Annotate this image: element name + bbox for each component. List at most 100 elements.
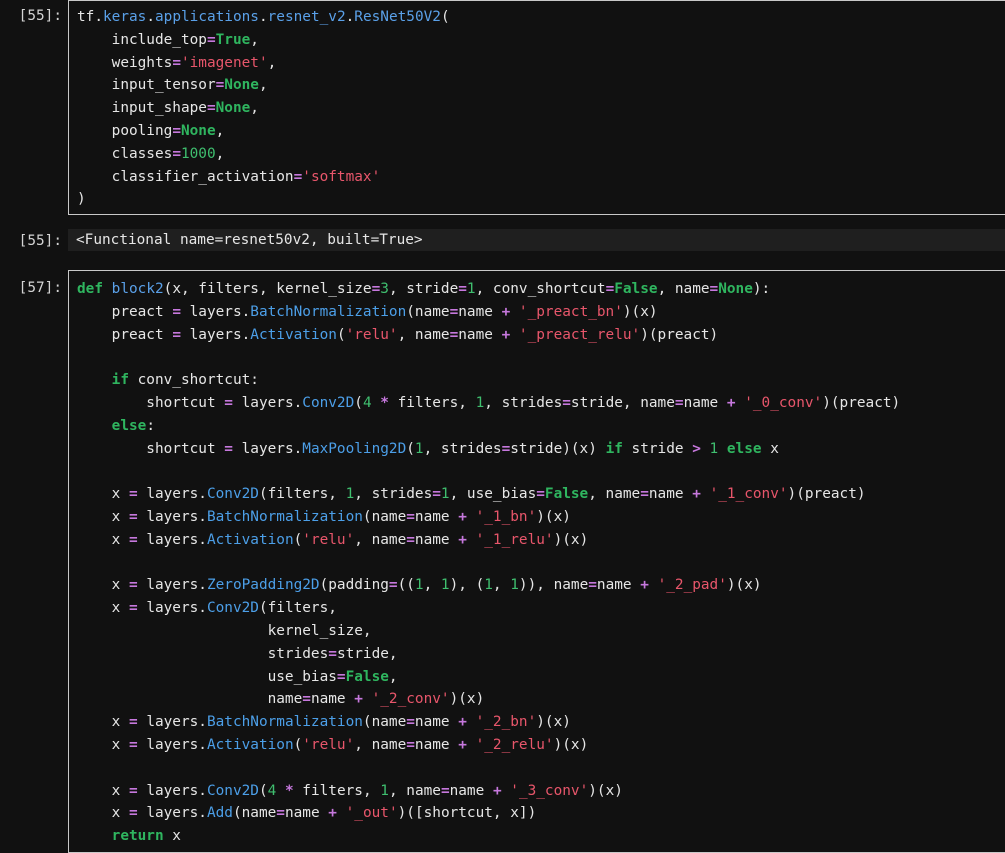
code-token: block2 [111, 281, 164, 297]
code-token: (padding [319, 577, 389, 594]
code-token: = [128, 508, 138, 525]
code-token: stride)(x) [510, 440, 606, 457]
code-token: = [224, 394, 233, 411]
code-token: , [250, 100, 259, 117]
code-token: layers. [137, 486, 207, 503]
code-token: = [172, 303, 181, 320]
code-token: layers. [137, 600, 207, 617]
code-line: include_top=True, [77, 32, 259, 48]
code-token: = [128, 714, 138, 731]
code-token: layers. [180, 326, 251, 343]
code-token: name [414, 508, 459, 525]
code-token: name [284, 805, 329, 822]
code-token: layers. [232, 394, 303, 411]
code-line: x = layers.BatchNormalization(name=name … [77, 509, 571, 525]
code-token: + [458, 508, 467, 525]
code-token: None [215, 100, 251, 117]
code-token: name [414, 736, 459, 753]
code-token: name [310, 691, 355, 708]
code-token: None [180, 122, 216, 139]
code-token: + [458, 714, 467, 731]
code-token: Add [206, 805, 233, 822]
code-line: input_shape=None, [77, 100, 259, 116]
code-token: name [449, 782, 493, 799]
code-line: else: [77, 418, 155, 434]
code-editor[interactable]: tf.keras.applications.resnet_v2.ResNet50… [68, 0, 1005, 215]
code-line: if conv_shortcut: [77, 372, 259, 388]
code-token: BatchNormalization [206, 508, 363, 525]
code-token: (name [406, 303, 450, 320]
code-token: name [683, 394, 727, 411]
code-token: filters, [293, 782, 381, 799]
code-line: shortcut = layers.Conv2D(4 * filters, 1,… [77, 395, 900, 411]
code-line: return x [77, 828, 181, 844]
code-token: = [406, 531, 415, 548]
code-token: = [215, 77, 225, 94]
input-prompt: [57]: [18, 280, 62, 296]
code-token: = [328, 645, 337, 662]
code-token: stride, name [570, 394, 675, 411]
code-token: , name [657, 281, 710, 297]
code-token: layers. [232, 440, 303, 457]
code-line: x = layers.BatchNormalization(name=name … [77, 714, 571, 730]
code-token: (x, filters, kernel_size [163, 281, 372, 297]
code-token: pooling [77, 122, 173, 139]
code-token: , [215, 122, 225, 139]
code-token: )(x) [536, 714, 571, 731]
code-token: 1 [440, 486, 450, 503]
code-token: False [345, 668, 389, 685]
code-token: '_2_conv' [371, 691, 450, 708]
code-token: = [709, 281, 719, 297]
code-token: )(x) [726, 577, 762, 594]
code-token: , name [588, 486, 641, 503]
code-token: x [163, 828, 181, 845]
code-token: shortcut [77, 440, 225, 457]
code-token: )(preact) [787, 486, 866, 503]
code-token: 1 [380, 782, 389, 799]
code-token: name [648, 486, 693, 503]
code-token: , [258, 77, 268, 94]
code-cell-2[interactable]: [57]: def block2(x, filters, kernel_size… [0, 270, 1005, 853]
code-token: '_1_conv' [709, 486, 788, 503]
code-editor[interactable]: def block2(x, filters, kernel_size=3, st… [68, 270, 1005, 853]
code-token: , strides [354, 486, 433, 503]
code-line: kernel_size, [77, 623, 372, 639]
code-token: 3 [380, 281, 389, 297]
code-token: + [692, 486, 701, 503]
code-token: None [224, 77, 259, 94]
code-token: Conv2D [206, 600, 259, 617]
code-token: x [77, 486, 129, 503]
code-token: + [726, 394, 736, 411]
code-line: ) [77, 191, 86, 207]
code-content[interactable]: def block2(x, filters, kernel_size=3, st… [69, 278, 1005, 848]
code-token: , [492, 577, 511, 594]
code-token: + [458, 736, 467, 753]
code-token: preact [77, 326, 173, 343]
code-token: conv_shortcut: [128, 372, 259, 389]
code-token: )(x) [536, 508, 571, 525]
code-token: tf. [77, 9, 103, 25]
output-text: <Functional name=resnet50v2, built=True> [76, 232, 423, 248]
code-token: )), name [518, 577, 589, 594]
code-token: name [414, 531, 459, 548]
code-token: ( [406, 440, 415, 457]
code-token: else [111, 417, 147, 434]
code-token: (name [362, 714, 407, 731]
code-token: = [276, 805, 285, 822]
code-content[interactable]: tf.keras.applications.resnet_v2.ResNet50… [69, 6, 1005, 211]
code-token: 4 [267, 782, 277, 799]
code-cell-1[interactable]: [55]: tf.keras.applications.resnet_v2.Re… [0, 0, 1005, 216]
code-token: 1 [475, 394, 485, 411]
code-line: x = layers.ZeroPadding2D(padding=((1, 1)… [77, 577, 762, 593]
code-token: + [328, 805, 337, 822]
code-token: + [354, 691, 363, 708]
code-token: None [718, 281, 753, 297]
code-token: ) [77, 191, 86, 208]
code-token: (name [232, 805, 277, 822]
